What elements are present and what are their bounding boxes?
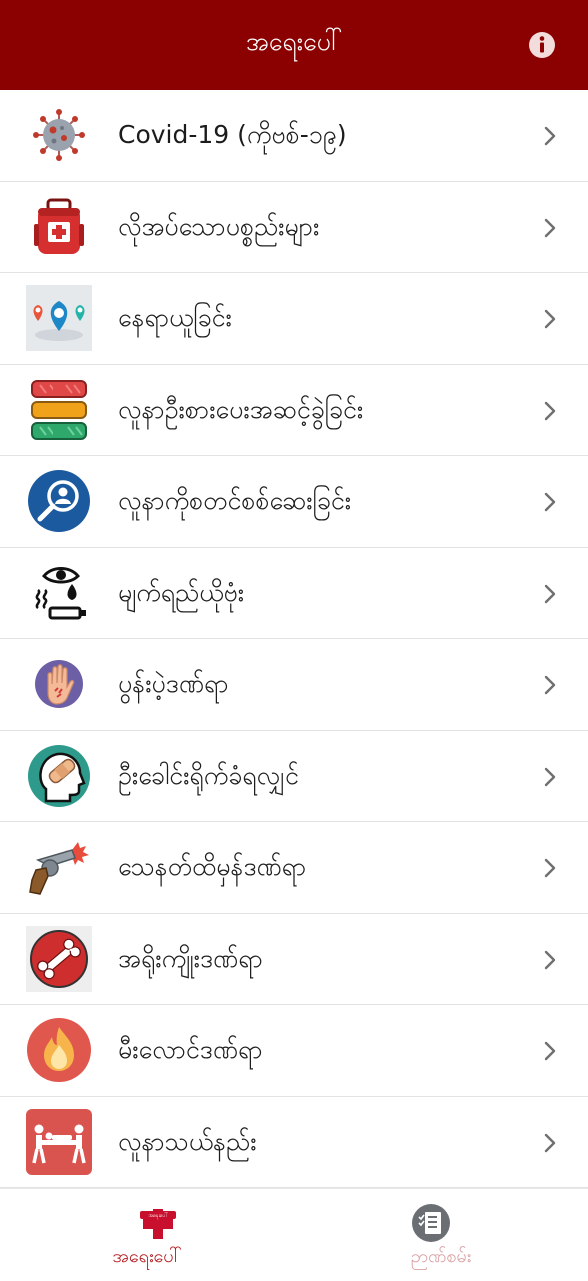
chevron-right-icon (544, 675, 556, 695)
patient-search-icon (28, 470, 90, 532)
hand-wound-icon (35, 660, 83, 708)
menu-item-patient-transport[interactable]: လူနာသယ်နည်း (0, 1097, 588, 1188)
menu-item-label: အရိုးကျိုးဒဏ်ရာ (118, 943, 263, 973)
fire-icon (27, 1018, 91, 1082)
chevron-right-icon (544, 1041, 556, 1061)
menu-item-head-injury[interactable]: ဦးခေါင်းရိုက်ခံရလျှင် (0, 731, 588, 822)
menu-item-gunshot[interactable]: သေနတ်ထိမှန်ဒဏ်ရာ (0, 822, 588, 914)
location-pins-icon (26, 285, 92, 351)
head-injury-icon (28, 744, 90, 807)
menu-item-label: လိုအပ်သောပစ္စည်းများ (118, 211, 320, 241)
bottom-navigation: အရေးပေါ် အရေးပေါ် ဉာဏ်စမ်း (0, 1188, 588, 1280)
gun-icon (29, 842, 89, 895)
menu-item-abrasion[interactable]: ပွန်းပဲ့ဒဏ်ရာ (0, 639, 588, 731)
nav-label-quiz: ဉာဏ်စမ်း (410, 1246, 472, 1267)
quiz-icon (412, 1204, 450, 1242)
nav-badge-text: အရေးပေါ် (147, 1213, 168, 1219)
menu-item-positioning[interactable]: နေရာယူခြင်း (0, 273, 588, 365)
menu-item-label: လူနာကိုစတင်စစ်ဆေးခြင်း (118, 486, 352, 515)
menu-item-label: မျက်ရည်ယိုဗုံး (118, 577, 245, 607)
menu-item-label: သေနတ်ထိမှန်ဒဏ်ရာ (118, 852, 307, 881)
chevron-right-icon (544, 584, 556, 603)
nav-tab-quiz[interactable]: ဉာဏ်စမ်း (294, 1189, 588, 1281)
chevron-right-icon (544, 767, 556, 786)
info-icon[interactable] (528, 31, 556, 59)
tear-gas-icon (35, 566, 86, 619)
menu-item-label: ပွန်းပဲ့ဒဏ်ရာ (118, 669, 229, 698)
menu-item-initial-assessment[interactable]: လူနာကိုစတင်စစ်ဆေးခြင်း (0, 456, 588, 548)
chevron-right-icon (544, 401, 556, 420)
chevron-right-icon (544, 492, 556, 512)
chevron-right-icon (544, 126, 556, 146)
menu-item-label: လူနာသယ်နည်း (118, 1126, 257, 1156)
stretcher-icon (26, 1108, 92, 1175)
menu-item-fracture[interactable]: အရိုးကျိုးဒဏ်ရာ (0, 914, 588, 1005)
menu-item-label: Covid-19 (ကိုဗစ်-၁၉) (118, 120, 347, 149)
chevron-right-icon (544, 1133, 556, 1152)
menu-item-label: မီးလောင်ဒဏ်ရာ (118, 1035, 263, 1064)
nav-label-emergency: အရေးပေါ် (112, 1246, 182, 1267)
medical-cross-icon: အရေးပေါ် (140, 1209, 176, 1239)
emergency-menu-list: Covid-19 (ကိုဗစ်-၁၉) လိုအပ်သောပစ္စည်းမျာ… (0, 90, 588, 1188)
menu-item-burn[interactable]: မီးလောင်ဒဏ်ရာ (0, 1005, 588, 1097)
menu-item-label: လူနာဦးစားပေးအဆင့်ခွဲခြင်း (118, 394, 364, 424)
menu-item-supplies[interactable]: လိုအပ်သောပစ္စည်းများ (0, 182, 588, 273)
chevron-right-icon (544, 950, 556, 969)
virus-icon (33, 109, 85, 161)
broken-bone-icon (26, 925, 92, 992)
menu-item-tear-gas[interactable]: မျက်ရည်ယိုဗုံး (0, 548, 588, 639)
app-bar: အရေးပေါ် (0, 0, 588, 90)
menu-item-label: နေရာယူခြင်း (118, 303, 232, 332)
nav-tab-emergency[interactable]: အရေးပေါ် အရေးပေါ် (0, 1189, 294, 1281)
menu-item-triage[interactable]: လူနာဦးစားပေးအဆင့်ခွဲခြင်း (0, 365, 588, 456)
triage-levels-icon (31, 379, 87, 440)
page-title: အရေးပေါ် (245, 27, 343, 56)
chevron-right-icon (544, 218, 556, 237)
chevron-right-icon (544, 309, 556, 329)
menu-item-covid19[interactable]: Covid-19 (ကိုဗစ်-၁၉) (0, 90, 588, 182)
first-aid-bag-icon (34, 198, 84, 254)
menu-item-label: ဦးခေါင်းရိုက်ခံရလျှင် (118, 760, 299, 790)
chevron-right-icon (544, 858, 556, 878)
